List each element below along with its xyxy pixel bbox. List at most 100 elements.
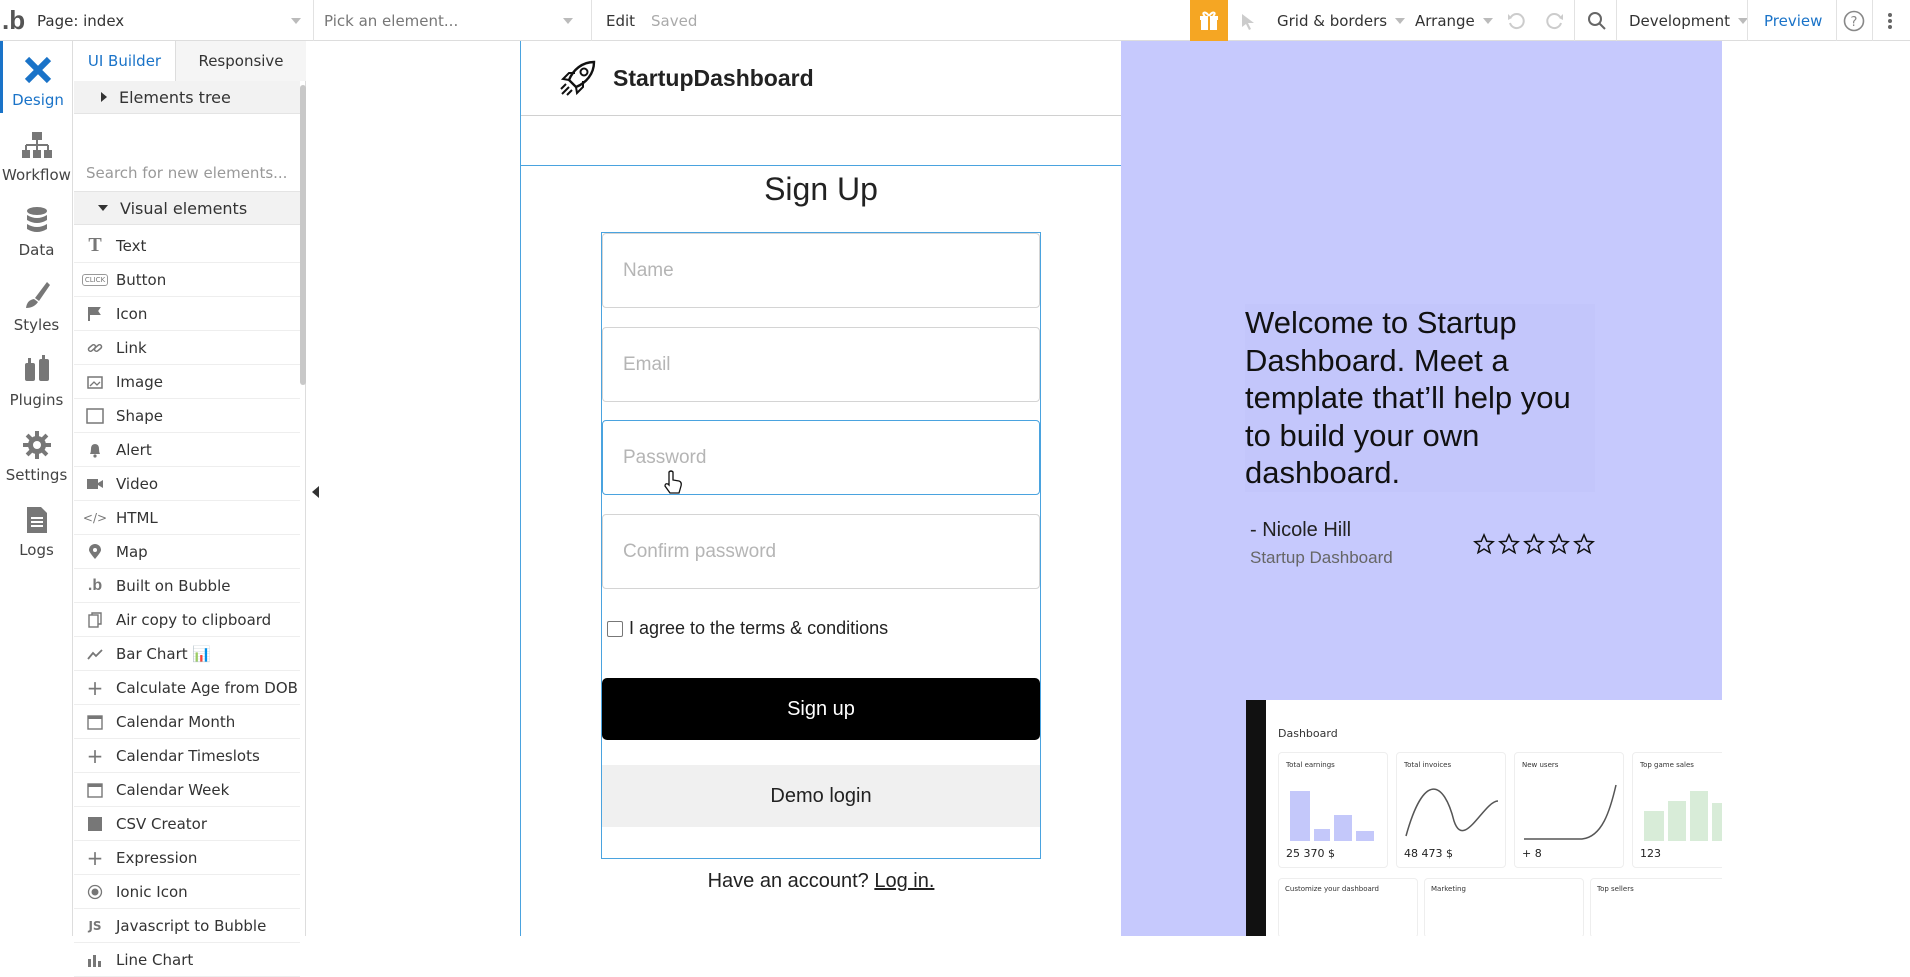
- element-search-input[interactable]: Search for new elements...: [74, 154, 300, 192]
- line-chart-icon: [84, 953, 106, 967]
- arrange-menu[interactable]: Arrange: [1415, 0, 1493, 41]
- element-panel: UI Builder Responsive Elements tree Sear…: [74, 41, 306, 977]
- login-prompt-text: Have an account?: [707, 870, 875, 892]
- element-picker[interactable]: Pick an element...: [324, 0, 579, 41]
- element-item[interactable]: Video: [74, 467, 300, 501]
- search-button[interactable]: [1587, 0, 1607, 41]
- hand-cursor-icon: [664, 470, 682, 494]
- name-field[interactable]: Name: [602, 233, 1040, 308]
- chevron-down-icon: [563, 17, 573, 24]
- bubble-logo-icon[interactable]: .b: [2, 0, 25, 41]
- caret-down-icon: [98, 205, 108, 211]
- element-item[interactable]: + Calculate Age from DOB: [74, 671, 300, 705]
- cursor-icon: [1242, 13, 1254, 30]
- email-field[interactable]: Email: [602, 327, 1040, 402]
- element-item[interactable]: </> HTML: [74, 501, 300, 535]
- element-item-label: Ionic Icon: [116, 882, 188, 901]
- gift-icon: [1200, 11, 1218, 30]
- login-link[interactable]: Log in.: [874, 870, 934, 892]
- signup-button[interactable]: Sign up: [602, 678, 1040, 740]
- tab-responsive[interactable]: Responsive: [176, 41, 306, 81]
- element-item[interactable]: Shape: [74, 399, 300, 433]
- elements-tree-header[interactable]: Elements tree: [74, 81, 300, 114]
- visual-elements-header[interactable]: Visual elements: [74, 192, 300, 225]
- element-item[interactable]: Map: [74, 535, 300, 569]
- edit-menu[interactable]: Edit: [606, 0, 635, 41]
- rating-stars: [1473, 533, 1595, 555]
- element-item[interactable]: Icon: [74, 297, 300, 331]
- panel-tabs: UI Builder Responsive: [74, 41, 306, 81]
- element-item[interactable]: Air copy to clipboard: [74, 603, 300, 637]
- redo-button[interactable]: [1545, 0, 1565, 41]
- dashboard-card: Top game sales 123: [1632, 752, 1722, 868]
- nav-plugins[interactable]: Plugins: [0, 341, 73, 413]
- element-item[interactable]: + Expression: [74, 841, 300, 875]
- page-selector[interactable]: Page: index: [37, 0, 307, 41]
- nav-workflow-label: Workflow: [2, 166, 71, 184]
- nav-data[interactable]: Data: [0, 191, 73, 263]
- help-button[interactable]: ?: [1843, 0, 1865, 41]
- collapse-panel-icon[interactable]: [312, 486, 319, 498]
- panel-scrollbar[interactable]: [300, 85, 306, 385]
- select-cursor-button[interactable]: [1238, 0, 1258, 41]
- nav-workflow[interactable]: Workflow: [0, 116, 73, 188]
- line-chart-icon: [1524, 784, 1617, 840]
- nav-settings[interactable]: Settings: [0, 416, 73, 488]
- element-item[interactable]: Line Chart: [74, 943, 300, 977]
- card-value: 123: [1640, 847, 1661, 860]
- element-item[interactable]: Calendar Month: [74, 705, 300, 739]
- grid-borders-menu[interactable]: Grid & borders: [1277, 0, 1406, 41]
- dashboard-nav: [1246, 700, 1266, 936]
- top-toolbar: .b Page: index Pick an element... Edit S…: [0, 0, 1910, 41]
- environment-label: Development: [1629, 11, 1730, 30]
- undo-button[interactable]: [1506, 0, 1526, 41]
- nav-logs[interactable]: Logs: [0, 491, 73, 563]
- element-item[interactable]: Link: [74, 331, 300, 365]
- element-item[interactable]: CLICK Button: [74, 263, 300, 297]
- plus-icon: +: [86, 675, 104, 700]
- line-chart-icon: [1405, 788, 1499, 837]
- tab-ui-builder[interactable]: UI Builder: [74, 41, 176, 81]
- rocket-icon: [560, 60, 596, 96]
- environment-selector[interactable]: Development: [1629, 0, 1748, 41]
- element-item-label: Calendar Timeslots: [116, 746, 260, 765]
- element-item-label: Alert: [116, 440, 152, 459]
- star-outline-icon: [1548, 533, 1570, 555]
- element-item[interactable]: Alert: [74, 433, 300, 467]
- terms-checkbox-row[interactable]: I agree to the terms & conditions: [607, 618, 888, 639]
- element-item-label: Bar Chart 📊: [116, 644, 212, 663]
- undo-icon: [1508, 12, 1525, 29]
- gift-button[interactable]: [1190, 0, 1228, 41]
- element-item[interactable]: Ionic Icon: [74, 875, 300, 909]
- welcome-section: Welcome to Startup Dashboard. Meet a tem…: [1121, 41, 1722, 936]
- star-outline-icon: [1573, 533, 1595, 555]
- element-item-label: HTML: [116, 508, 158, 527]
- element-item[interactable]: .b Built on Bubble: [74, 569, 300, 603]
- element-item[interactable]: JS Javascript to Bubble: [74, 909, 300, 943]
- saved-label: Saved: [651, 11, 698, 30]
- confirm-password-field[interactable]: Confirm password: [602, 514, 1040, 589]
- login-prompt: Have an account? Log in.: [521, 870, 1121, 893]
- element-item[interactable]: T Text: [74, 229, 300, 263]
- element-item-label: Icon: [116, 304, 148, 323]
- element-item[interactable]: CSV Creator: [74, 807, 300, 841]
- element-item[interactable]: Bar Chart 📊: [74, 637, 300, 671]
- image-icon: [84, 374, 106, 390]
- bar-chart-icon: [1290, 791, 1374, 841]
- terms-checkbox[interactable]: [607, 620, 623, 637]
- nav-styles-label: Styles: [13, 316, 60, 334]
- nav-data-label: Data: [18, 241, 55, 259]
- star-outline-icon: [1523, 533, 1545, 555]
- nav-design[interactable]: Design: [0, 41, 73, 113]
- element-item[interactable]: Calendar Week: [74, 773, 300, 807]
- menu-button[interactable]: [1880, 0, 1900, 41]
- element-item[interactable]: Image: [74, 365, 300, 399]
- caret-right-icon: [101, 92, 107, 102]
- chevron-down-icon: [291, 17, 301, 24]
- element-item[interactable]: + Calendar Timeslots: [74, 739, 300, 773]
- nav-styles[interactable]: Styles: [0, 266, 73, 338]
- code-icon: </>: [82, 510, 108, 525]
- preview-button[interactable]: Preview: [1764, 0, 1822, 41]
- demo-login-button[interactable]: Demo login: [602, 765, 1040, 827]
- search-icon: [1588, 11, 1606, 30]
